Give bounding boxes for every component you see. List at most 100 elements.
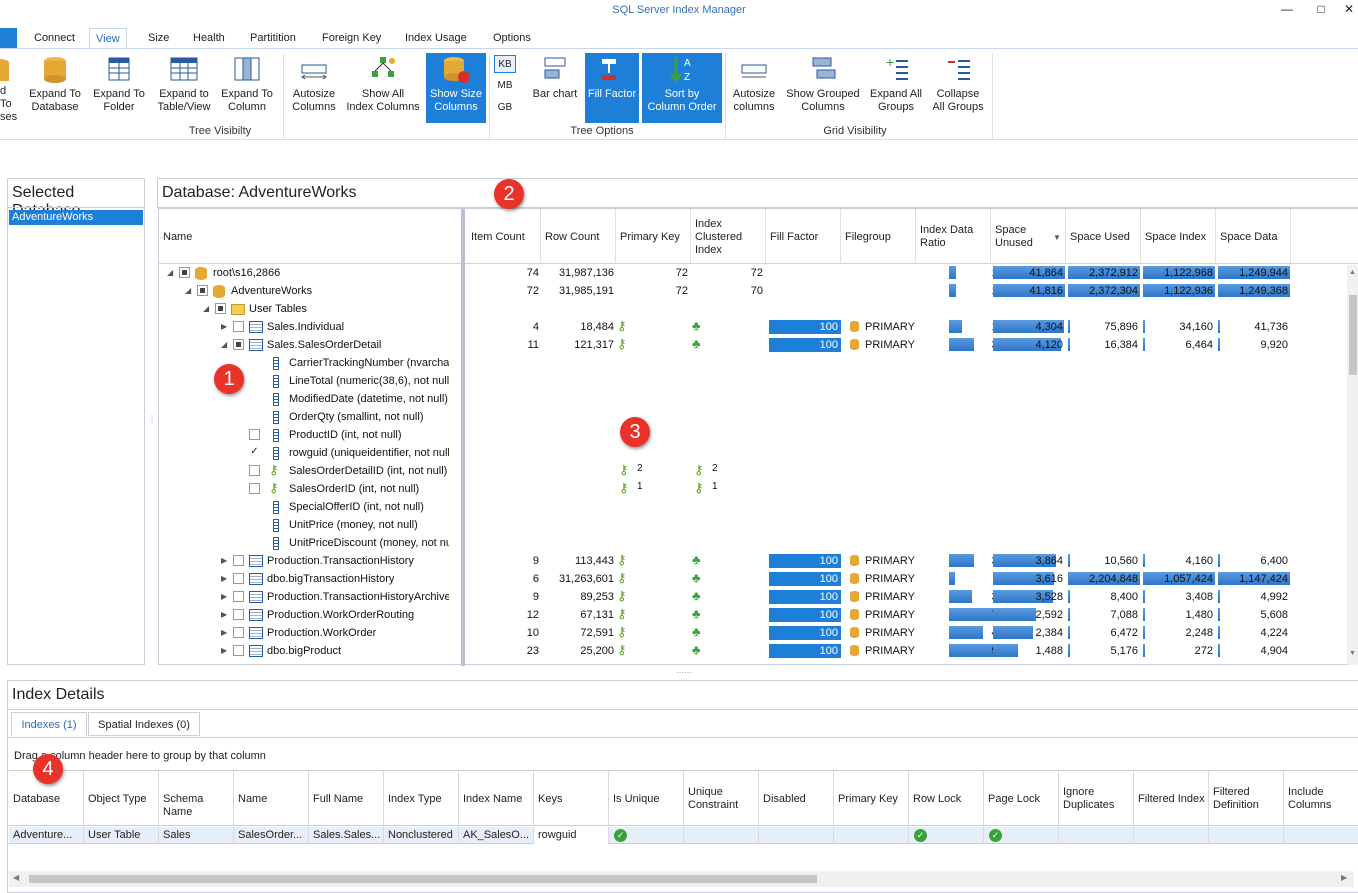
details-column-header[interactable]: Is Unique [609, 771, 684, 826]
space-data-cell: 4,904 [1260, 645, 1288, 657]
grid-vertical-scrollbar[interactable]: ▲ ▼ [1347, 265, 1358, 665]
bar-chart-button[interactable]: Bar chart [528, 53, 582, 123]
details-column-header[interactable]: Name [234, 771, 309, 826]
tab-spatial-indexes[interactable]: Spatial Indexes (0) [88, 712, 200, 736]
scroll-right-icon[interactable]: ▶ [1341, 873, 1347, 882]
row-checkbox[interactable] [233, 555, 244, 566]
row-checkbox[interactable] [249, 465, 260, 476]
tab-index-usage[interactable]: Index Usage [399, 28, 473, 48]
svg-text:A: A [684, 58, 691, 69]
row-name: LineTotal (numeric(38,6), not null) [289, 375, 449, 387]
autosize-columns-button[interactable]: Autosize Columns [287, 53, 341, 123]
maximize-button[interactable]: □ [1312, 2, 1330, 18]
collapse-arrow-icon[interactable]: ◢ [185, 286, 191, 295]
show-size-columns-button[interactable]: Show Size Columns [426, 53, 486, 123]
row-checkbox[interactable] [197, 285, 208, 296]
expand-arrow-icon[interactable]: ▶ [221, 646, 227, 655]
horizontal-splitter-handle[interactable]: ⋯⋯ [676, 668, 692, 677]
tab-connect[interactable]: Connect [28, 28, 81, 48]
tab-foreign-key[interactable]: Foreign Key [316, 28, 387, 48]
clustered-index-icon: ♣ [692, 624, 701, 639]
scroll-down-icon[interactable]: ▼ [1349, 650, 1356, 657]
tab-partition[interactable]: Partitition [244, 28, 302, 48]
close-button[interactable]: ✕ [1340, 2, 1358, 18]
expand-to-column-button[interactable]: Expand To Column [218, 53, 276, 123]
expand-arrow-icon[interactable]: ▶ [221, 610, 227, 619]
unit-mb-button[interactable]: MB [494, 77, 516, 95]
expand-all-groups-button[interactable]: + Expand All Groups [866, 53, 926, 123]
details-column-header[interactable]: Disabled [759, 771, 834, 826]
fill-factor-bar: 100 [769, 644, 841, 658]
panel-divider [8, 207, 144, 208]
unit-gb-button[interactable]: GB [494, 99, 516, 117]
tab-indexes[interactable]: Indexes (1) [11, 712, 87, 736]
details-column-header[interactable]: Object Type [84, 771, 159, 826]
details-column-header[interactable]: Schema Name [159, 771, 234, 826]
collapse-arrow-icon[interactable]: ◢ [203, 304, 209, 313]
primary-key-icon: ⚷ [617, 588, 627, 603]
collapse-all-groups-button[interactable]: Collapse All Groups [928, 53, 988, 123]
tab-options[interactable]: Options [487, 28, 537, 48]
scroll-up-icon[interactable]: ▲ [1349, 269, 1356, 276]
details-column-header[interactable]: Page Lock [984, 771, 1059, 826]
show-all-index-columns-button[interactable]: Show All Index Columns [344, 53, 422, 123]
database-list-item[interactable]: AdventureWorks [9, 210, 143, 225]
details-column-header[interactable]: Keys [534, 771, 609, 826]
expand-arrow-icon[interactable]: ▶ [221, 556, 227, 565]
unit-kb-button[interactable]: KB [494, 55, 516, 73]
minimize-button[interactable]: — [1278, 2, 1296, 18]
row-checkbox[interactable] [249, 483, 260, 494]
primary-key-icon: ⚷ [617, 336, 627, 351]
row-name: Production.WorkOrder [267, 627, 377, 639]
details-column-header[interactable]: Full Name [309, 771, 384, 826]
collapse-arrow-icon[interactable]: ◢ [221, 340, 227, 349]
row-checkbox[interactable] [233, 591, 244, 602]
details-column-header[interactable]: Unique Constraint [684, 771, 759, 826]
row-checkbox[interactable]: ✓ [249, 447, 260, 458]
index-tree-icon [372, 57, 395, 77]
tab-view[interactable]: View [89, 28, 127, 48]
row-checkbox[interactable] [179, 267, 190, 278]
scroll-left-icon[interactable]: ◀ [13, 873, 19, 882]
fill-factor-button[interactable]: Fill Factor [585, 53, 639, 123]
details-column-header[interactable]: Ignore Duplicates [1059, 771, 1134, 826]
details-column-header[interactable]: Include Columns [1284, 771, 1358, 826]
details-column-header[interactable]: Primary Key [834, 771, 909, 826]
expand-arrow-icon[interactable]: ▶ [221, 592, 227, 601]
details-column-header[interactable]: Filtered Definition [1209, 771, 1284, 826]
expand-arrow-icon[interactable]: ▶ [221, 574, 227, 583]
expand-to-databases-button[interactable]: d To ses [0, 53, 18, 123]
row-checkbox[interactable] [233, 573, 244, 584]
sort-by-column-order-button[interactable]: AZ Sort by Column Order [642, 53, 722, 123]
details-horizontal-scrollbar[interactable]: ◀ ▶ [9, 871, 1354, 887]
row-checkbox[interactable] [233, 321, 244, 332]
details-column-header[interactable]: Row Lock [909, 771, 984, 826]
space-unused-cell: 3,528 [1035, 591, 1063, 603]
tab-size[interactable]: Size [142, 28, 175, 48]
primary-key-count-cell: 72 [675, 267, 688, 279]
expand-to-table-button[interactable]: Expand to Table/View [154, 53, 214, 123]
details-column-header[interactable]: Index Name [459, 771, 534, 826]
show-grouped-columns-button[interactable]: Show Grouped Columns [784, 53, 862, 123]
row-checkbox[interactable] [233, 339, 244, 350]
collapse-arrow-icon[interactable]: ◢ [167, 268, 173, 277]
scrollbar-thumb[interactable] [29, 875, 817, 883]
table-row[interactable] [159, 300, 1347, 318]
expand-to-folder-button[interactable]: Expand To Folder [90, 53, 148, 123]
row-checkbox[interactable] [249, 429, 260, 440]
details-column-header[interactable]: Index Type [384, 771, 459, 826]
row-checkbox[interactable] [233, 609, 244, 620]
expand-arrow-icon[interactable]: ▶ [221, 322, 227, 331]
details-column-header[interactable]: Filtered Index [1134, 771, 1209, 826]
row-name: Sales.SalesOrderDetail [267, 339, 382, 351]
row-checkbox[interactable] [233, 645, 244, 656]
row-checkbox[interactable] [233, 627, 244, 638]
tab-health[interactable]: Health [187, 28, 231, 48]
scrollbar-thumb[interactable] [1349, 295, 1357, 375]
expand-to-database-button[interactable]: Expand To Database [26, 53, 84, 123]
autosize-grid-columns-button[interactable]: Autosize columns [729, 53, 779, 123]
splitter-handle[interactable]: ⋮ [148, 414, 156, 430]
row-checkbox[interactable] [215, 303, 226, 314]
row-name: SalesOrderID (int, not null) [289, 483, 420, 495]
expand-arrow-icon[interactable]: ▶ [221, 628, 227, 637]
